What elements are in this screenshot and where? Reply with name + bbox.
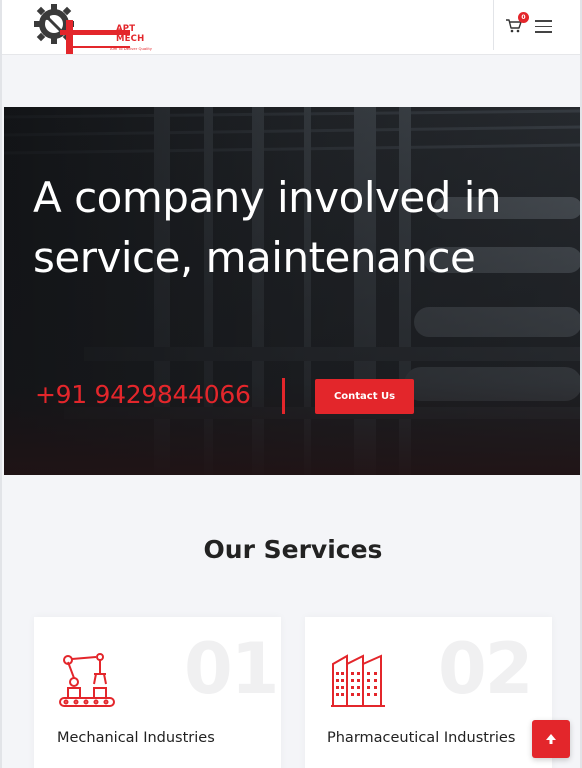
site-header: APT MECH Aim To Deliver Quality 0 — [2, 0, 580, 55]
service-card-pharmaceutical[interactable]: 02 Pharmaceutical Industries — [305, 617, 552, 768]
service-number: 01 — [184, 628, 279, 710]
scroll-to-top-button[interactable] — [532, 720, 570, 758]
service-number: 02 — [438, 628, 533, 710]
service-label: Mechanical Industries — [57, 730, 215, 746]
hero-separator — [282, 378, 285, 414]
menu-bar — [535, 25, 552, 27]
hero-banner — [4, 107, 580, 475]
brand-tagline: Aim To Deliver Quality — [110, 46, 153, 51]
hero-title: A company involved in service, maintenan… — [33, 173, 502, 282]
factory-building-icon — [331, 654, 385, 707]
hero-phone-link[interactable]: +91 9429844066 — [35, 380, 251, 409]
services-heading: Our Services — [203, 535, 383, 564]
page-frame: APT MECH Aim To Deliver Quality 0 A comp… — [0, 0, 582, 768]
brand-logo[interactable]: APT MECH Aim To Deliver Quality — [32, 2, 152, 54]
brand-name: APT MECH — [116, 24, 145, 44]
header-divider — [493, 0, 494, 50]
arrow-up-icon — [546, 734, 556, 744]
robotic-arm-icon — [59, 653, 115, 707]
cart-count-badge: 0 — [518, 12, 529, 23]
contact-us-button[interactable]: Contact Us — [315, 379, 414, 414]
service-label: Pharmaceutical Industries — [327, 730, 516, 746]
menu-bar — [535, 20, 552, 22]
hamburger-menu-button[interactable] — [535, 18, 553, 34]
hero-background-image — [4, 107, 580, 475]
service-card-mechanical[interactable]: 01 Mechanical Industries — [34, 617, 281, 768]
menu-bar — [535, 31, 552, 33]
